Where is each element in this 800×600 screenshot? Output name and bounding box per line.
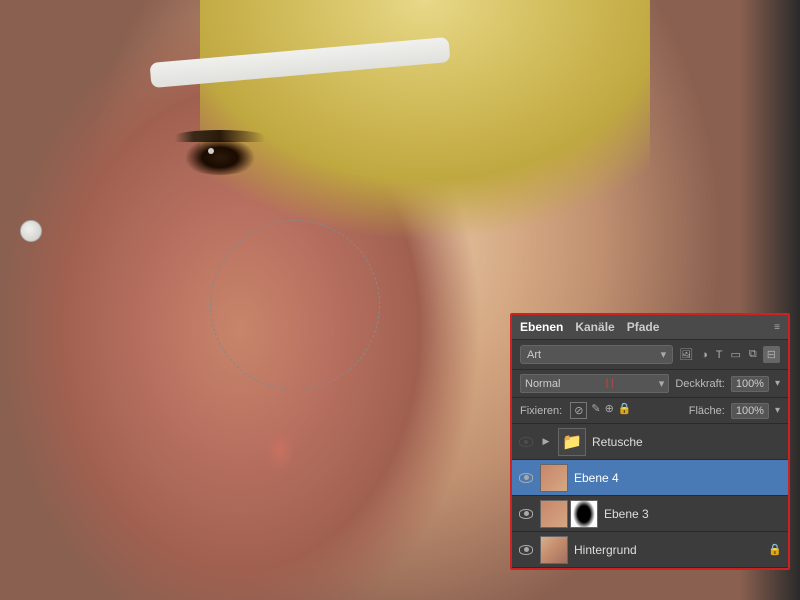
eye-icon-ebene4 bbox=[519, 473, 533, 483]
panel-tabs: Ebenen Kanäle Pfade bbox=[520, 320, 659, 334]
eye-element bbox=[170, 130, 290, 190]
tab-pfade[interactable]: Pfade bbox=[627, 320, 660, 334]
tab-ebenen[interactable]: Ebenen bbox=[520, 320, 563, 334]
circle-selection bbox=[210, 220, 380, 390]
lock-icons: ⊘ ✎ ⊕ 🔒 bbox=[570, 402, 681, 419]
eye-icon-hintergrund bbox=[519, 545, 533, 555]
layer-name-ebene3: Ebene 3 bbox=[604, 507, 782, 521]
opacity-arrow[interactable]: ▾ bbox=[775, 378, 780, 389]
layer-lock-hintergrund: 🔒 bbox=[768, 543, 782, 556]
search-dropdown-icon[interactable]: ▾ bbox=[661, 348, 667, 361]
hair-element bbox=[200, 0, 650, 250]
layer-thumb-hintergrund bbox=[540, 536, 568, 564]
layer-thumb-ebene4 bbox=[540, 464, 568, 492]
adjust-icon[interactable]: ◑ bbox=[699, 348, 710, 362]
layer-vis-hintergrund[interactable] bbox=[518, 542, 534, 558]
layer-item-hintergrund[interactable]: Hintergrund 🔒 bbox=[512, 532, 788, 568]
lock-fill-row: Fixieren: ⊘ ✎ ⊕ 🔒 Fläche: 100% ▾ bbox=[512, 398, 788, 424]
layer-item-ebene4[interactable]: Ebene 4 bbox=[512, 460, 788, 496]
layers-panel: Ebenen Kanäle Pfade ≡ Art ▾ 🖼 ◑ T ▭ ⧉ ⊟ … bbox=[510, 313, 790, 570]
panel-toolbar: Art ▾ 🖼 ◑ T ▭ ⧉ ⊟ bbox=[512, 340, 788, 370]
opacity-label: Deckkraft: bbox=[675, 378, 725, 390]
layer-vis-retusche[interactable] bbox=[518, 434, 534, 450]
layer-vis-ebene4[interactable] bbox=[518, 470, 534, 486]
layer-thumb-retusche: 📁 bbox=[558, 428, 586, 456]
smart-icon[interactable]: ⧉ bbox=[747, 347, 759, 362]
layer-name-retusche: Retusche bbox=[592, 435, 782, 449]
blend-mode-value: Normal bbox=[525, 378, 560, 390]
layer-list: ▶ 📁 Retusche Ebene 4 bbox=[512, 424, 788, 568]
blend-opacity-row: Normal | | ▾ Deckkraft: 100% ▾ bbox=[512, 370, 788, 398]
toolbar-icons: 🖼 ◑ T ▭ ⧉ ⊟ bbox=[677, 346, 780, 363]
ebene3-thumb-container bbox=[540, 500, 598, 528]
blend-mode-select[interactable]: Normal | | ▾ bbox=[520, 374, 669, 393]
fill-arrow[interactable]: ▾ bbox=[775, 405, 780, 416]
earring-element bbox=[20, 220, 42, 242]
lock-label: Fixieren: bbox=[520, 405, 562, 417]
lock-pixels-icon[interactable]: ⊘ bbox=[570, 402, 587, 419]
lock-position-icon[interactable]: ✎ bbox=[591, 402, 600, 419]
blend-mode-arrow: ▾ bbox=[659, 377, 665, 390]
layer-expand-retusche[interactable]: ▶ bbox=[540, 436, 552, 448]
fill-row: Fläche: 100% ▾ bbox=[689, 403, 780, 419]
layer-item-ebene3[interactable]: Ebene 3 bbox=[512, 496, 788, 532]
layer-vis-ebene3[interactable] bbox=[518, 506, 534, 522]
eye-icon-ebene3 bbox=[519, 509, 533, 519]
shape-icon[interactable]: ▭ bbox=[729, 347, 743, 362]
blend-mode-indicators: | | bbox=[606, 378, 614, 389]
more-icon[interactable]: ⊟ bbox=[763, 346, 780, 363]
fill-value[interactable]: 100% bbox=[731, 403, 769, 419]
fill-label: Fläche: bbox=[689, 405, 725, 417]
layer-name-hintergrund: Hintergrund bbox=[574, 543, 762, 557]
search-box[interactable]: Art ▾ bbox=[520, 345, 673, 364]
text-icon[interactable]: T bbox=[714, 348, 725, 362]
opacity-value[interactable]: 100% bbox=[731, 376, 769, 392]
panel-header: Ebenen Kanäle Pfade ≡ bbox=[512, 315, 788, 340]
lock-all-icon[interactable]: 🔒 bbox=[618, 402, 632, 419]
layer-thumb-ebene3-mask bbox=[570, 500, 598, 528]
nose-element bbox=[260, 420, 300, 480]
lock-transform-icon[interactable]: ⊕ bbox=[605, 402, 614, 419]
tab-kanaele[interactable]: Kanäle bbox=[575, 320, 614, 334]
layer-name-ebene4: Ebene 4 bbox=[574, 471, 782, 485]
layer-thumb-ebene3-content bbox=[540, 500, 568, 528]
panel-menu-icon[interactable]: ≡ bbox=[774, 322, 780, 333]
search-text: Art bbox=[527, 349, 541, 361]
layer-item-retusche[interactable]: ▶ 📁 Retusche bbox=[512, 424, 788, 460]
image-icon[interactable]: 🖼 bbox=[677, 347, 695, 362]
